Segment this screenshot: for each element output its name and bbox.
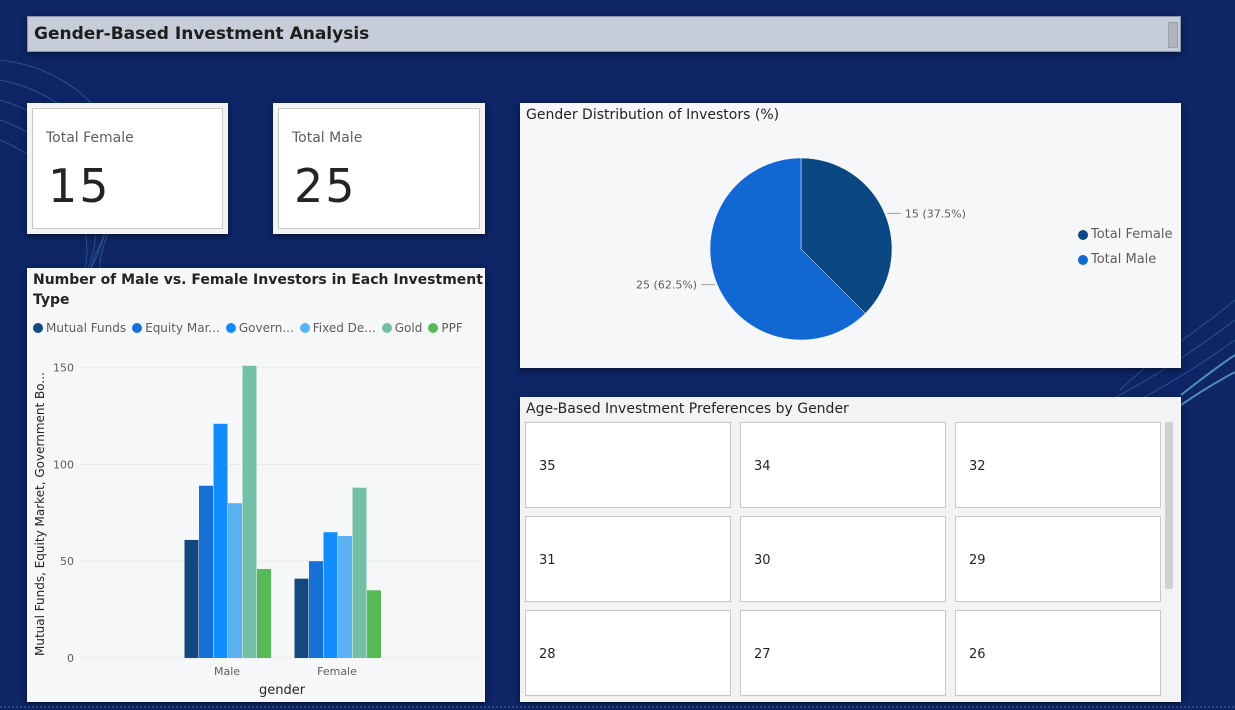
title-resize-handle[interactable] — [1168, 22, 1178, 48]
age-tile[interactable]: 34 — [740, 422, 946, 508]
y-tick-label: 0 — [67, 652, 74, 665]
age-tile-label: 34 — [754, 459, 771, 474]
total-female-value: 15 — [48, 159, 111, 213]
age-tile[interactable]: 32 — [955, 422, 1161, 508]
legend-total-male[interactable]: Total Male — [1078, 252, 1173, 267]
y-tick-label: 150 — [53, 362, 74, 375]
total-female-label: Total Female — [46, 130, 134, 146]
bar-male-1[interactable] — [199, 485, 213, 658]
legend-dot — [1078, 229, 1088, 240]
report-title-bar: Gender-Based Investment Analysis — [27, 16, 1181, 52]
age-tile-label: 29 — [969, 553, 986, 568]
bar-male-0[interactable] — [184, 539, 199, 658]
x-axis-title: gender — [259, 683, 306, 698]
age-tile-label: 26 — [969, 647, 986, 662]
pie-data-label: 25 (62.5%) — [636, 279, 697, 292]
age-tile-label: 30 — [754, 553, 771, 568]
bar-female-5[interactable] — [367, 590, 381, 658]
age-tile[interactable]: 30 — [740, 516, 946, 602]
age-tile[interactable]: 31 — [525, 516, 731, 602]
bar-female-0[interactable] — [294, 578, 309, 658]
y-tick-label: 50 — [60, 555, 74, 568]
legend-label: Total Female — [1091, 227, 1173, 242]
total-female-card[interactable]: Total Female 15 — [27, 103, 228, 234]
age-tile-label: 31 — [539, 553, 556, 568]
legend-label: Total Male — [1091, 252, 1157, 267]
gender-distribution-pie-panel[interactable]: Gender Distribution of Investors (%) 15 … — [520, 103, 1181, 368]
y-tick-label: 100 — [53, 458, 74, 471]
bar-male-4[interactable] — [242, 365, 257, 658]
age-tile-label: 27 — [754, 647, 771, 662]
vertical-scrollbar[interactable] — [1165, 422, 1173, 589]
pie-data-label: 15 (37.5%) — [905, 207, 966, 220]
age-tile[interactable]: 27 — [740, 610, 946, 696]
bar-female-4[interactable] — [352, 487, 367, 658]
age-panel-title: Age-Based Investment Preferences by Gend… — [526, 401, 849, 417]
bar-female-2[interactable] — [323, 532, 338, 658]
total-male-card[interactable]: Total Male 25 — [273, 103, 485, 234]
bar-female-3[interactable] — [338, 536, 352, 658]
bar-male-5[interactable] — [257, 568, 271, 658]
age-tile[interactable]: 28 — [525, 610, 731, 696]
investment-type-bar-chart-panel[interactable]: Number of Male vs. Female Investors in E… — [27, 268, 485, 702]
bar-chart-svg: 0 50 100 150 Male Female Mutual Funds, Equity… — [33, 362, 479, 698]
legend-dot — [1078, 254, 1088, 265]
age-tile[interactable]: 26 — [955, 610, 1161, 696]
bar-male-3[interactable] — [228, 503, 242, 658]
x-tick-label: Male — [214, 665, 240, 678]
age-tile-label: 35 — [539, 459, 556, 474]
age-tile[interactable]: 35 — [525, 422, 731, 508]
age-tile-label: 32 — [969, 459, 986, 474]
page-title: Gender-Based Investment Analysis — [34, 24, 370, 44]
y-axis-title: Mutual Funds, Equity Market, Government … — [33, 372, 47, 656]
bar-male-2[interactable] — [213, 423, 228, 658]
pie-chart-legend: Total Female Total Male — [1078, 227, 1173, 277]
legend-total-female[interactable]: Total Female — [1078, 227, 1173, 242]
age-preferences-panel[interactable]: Age-Based Investment Preferences by Gend… — [520, 397, 1181, 702]
age-tile-label: 28 — [539, 647, 556, 662]
bar-female-1[interactable] — [309, 561, 323, 658]
x-tick-label: Female — [317, 665, 357, 678]
total-male-label: Total Male — [292, 130, 363, 146]
total-male-value: 25 — [294, 159, 357, 213]
age-tile[interactable]: 29 — [955, 516, 1161, 602]
